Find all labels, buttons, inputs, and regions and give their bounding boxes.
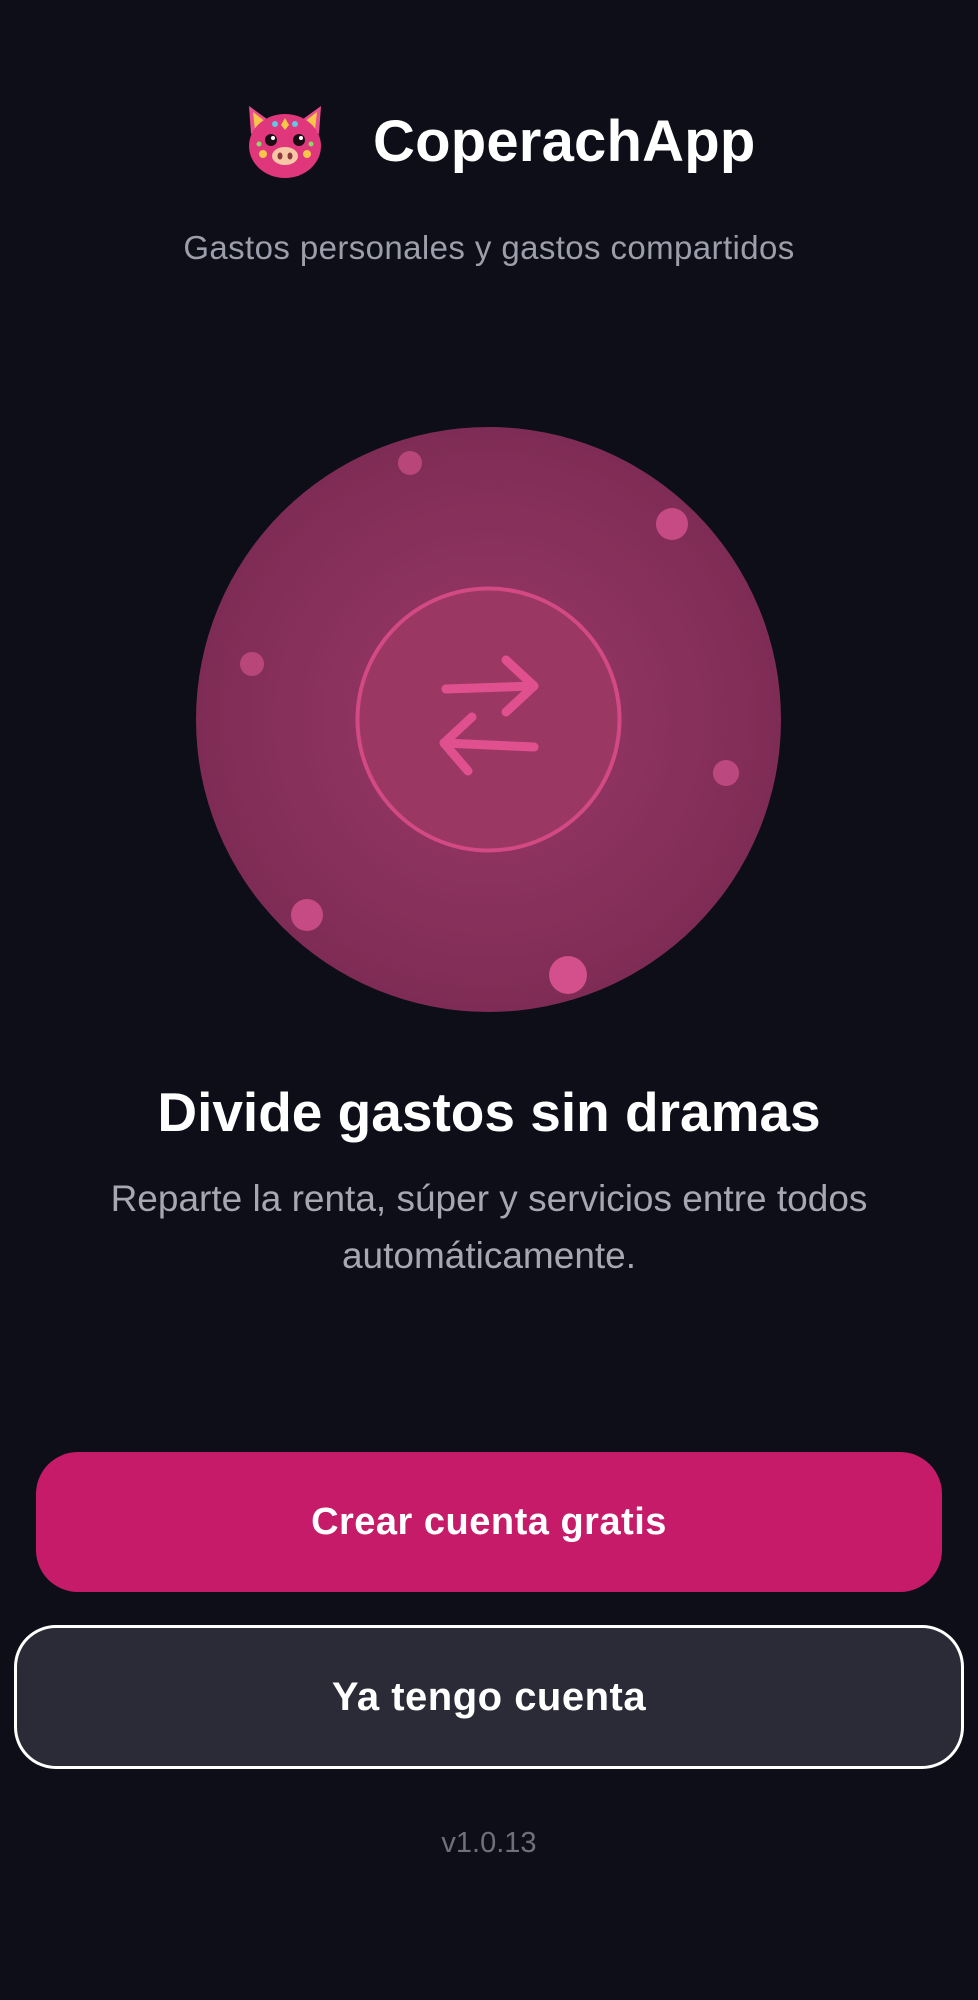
onboarding-description: Reparte la renta, súper y servicios entr… xyxy=(110,1178,868,1276)
decorative-dot xyxy=(291,899,323,931)
onboarding-headline: Divide gastos sin dramas xyxy=(157,1081,821,1143)
decorative-dot xyxy=(240,652,264,676)
app-header: CoperachApp xyxy=(0,88,978,198)
pig-mascot-icon xyxy=(249,106,321,178)
illustration-inner-ring xyxy=(355,586,622,853)
decorative-dot xyxy=(656,508,688,540)
onboarding-illustration xyxy=(196,427,781,1012)
decorative-dot xyxy=(549,956,587,994)
app-tagline: Gastos personales y gastos compartidos xyxy=(183,229,795,266)
app-version: v1.0.13 xyxy=(441,1827,537,1859)
create-account-button[interactable]: Crear cuenta gratis xyxy=(36,1452,942,1592)
app-title: CoperachApp xyxy=(373,109,756,174)
decorative-dot xyxy=(713,760,739,786)
login-button[interactable]: Ya tengo cuenta xyxy=(14,1625,964,1769)
decorative-dot xyxy=(398,451,422,475)
